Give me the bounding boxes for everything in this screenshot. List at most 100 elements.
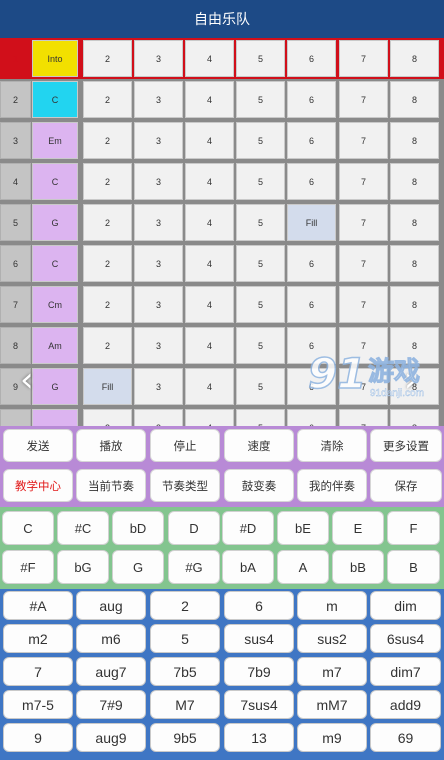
root-key[interactable]: bE (277, 511, 329, 545)
beat-cell[interactable]: 7 (339, 245, 388, 282)
beat-cell[interactable]: 4 (185, 40, 234, 77)
chord-cell[interactable]: Cm (32, 286, 78, 323)
control-button[interactable]: 当前节奏 (76, 469, 146, 502)
root-key[interactable]: #G (168, 550, 220, 584)
control-button[interactable]: 清除 (297, 429, 367, 462)
beat-cell[interactable]: 4 (185, 122, 234, 159)
beat-cell[interactable]: 5 (236, 122, 285, 159)
root-key[interactable]: F (387, 511, 440, 545)
beat-cell[interactable]: 7 (339, 163, 388, 200)
chord-cell[interactable]: Am (32, 327, 78, 364)
beat-cell[interactable]: 6 (287, 286, 336, 323)
chord-type-key[interactable]: 9 (3, 723, 73, 752)
beat-cell[interactable]: 4 (185, 163, 234, 200)
chord-type-key[interactable]: m9 (297, 723, 367, 752)
root-key[interactable]: #F (2, 550, 54, 584)
beat-cell[interactable]: 5 (236, 409, 285, 426)
beat-cell[interactable]: 7 (339, 40, 388, 77)
beat-cell[interactable]: 3 (134, 163, 183, 200)
chord-type-key[interactable]: m (297, 591, 367, 620)
chord-type-key[interactable]: aug7 (76, 657, 146, 686)
beat-cell[interactable]: 2 (83, 286, 132, 323)
chevron-left-icon[interactable]: ‹ (20, 360, 34, 400)
beat-cell[interactable]: 3 (134, 122, 183, 159)
chord-cell[interactable] (32, 409, 78, 426)
beat-cell[interactable]: 4 (185, 409, 234, 426)
beat-cell[interactable]: 6 (287, 122, 336, 159)
chord-type-key[interactable]: 9b5 (150, 723, 220, 752)
chord-type-key[interactable]: sus2 (297, 624, 367, 653)
beat-cell[interactable]: 8 (390, 163, 439, 200)
beat-cell[interactable]: 3 (134, 327, 183, 364)
beat-cell[interactable]: 2 (83, 409, 132, 426)
beat-cell[interactable]: 5 (236, 163, 285, 200)
root-key[interactable]: B (387, 550, 440, 584)
chord-type-key[interactable]: m7 (297, 657, 367, 686)
control-button[interactable]: 鼓变奏 (224, 469, 294, 502)
chord-type-key[interactable]: 5 (150, 624, 220, 653)
beat-cell[interactable]: 4 (185, 368, 234, 405)
chord-cell[interactable]: Em (32, 122, 78, 159)
root-key[interactable]: bA (222, 550, 274, 584)
root-key[interactable]: #C (57, 511, 109, 545)
beat-cell[interactable]: 8 (390, 286, 439, 323)
control-button[interactable]: 更多设置 (370, 429, 442, 462)
root-key[interactable]: C (2, 511, 54, 545)
beat-cell[interactable]: 7 (339, 204, 388, 241)
chord-cell[interactable]: G (32, 204, 78, 241)
beat-cell[interactable]: 6 (287, 245, 336, 282)
control-button[interactable]: 发送 (3, 429, 73, 462)
chord-type-key[interactable]: 6sus4 (370, 624, 441, 653)
control-button[interactable]: 速度 (224, 429, 294, 462)
chord-type-key[interactable]: dim7 (370, 657, 441, 686)
beat-cell[interactable]: 2 (83, 204, 132, 241)
chord-type-key[interactable]: #A (3, 591, 73, 620)
beat-cell[interactable]: 8 (390, 245, 439, 282)
beat-cell[interactable]: 5 (236, 286, 285, 323)
control-button[interactable]: 保存 (370, 469, 442, 502)
beat-cell[interactable]: 3 (134, 368, 183, 405)
root-key[interactable]: G (112, 550, 164, 584)
root-key[interactable]: bD (112, 511, 164, 545)
root-key[interactable]: A (277, 550, 329, 584)
control-button[interactable]: 停止 (150, 429, 220, 462)
beat-cell[interactable]: 5 (236, 327, 285, 364)
beat-cell[interactable]: 3 (134, 40, 183, 77)
beat-cell[interactable]: 2 (83, 40, 132, 77)
beat-cell[interactable]: 2 (83, 327, 132, 364)
root-key[interactable]: bG (57, 550, 109, 584)
beat-cell[interactable]: 5 (236, 81, 285, 118)
chord-cell[interactable]: C (32, 163, 78, 200)
chord-type-key[interactable]: 13 (224, 723, 294, 752)
beat-cell[interactable]: 8 (390, 81, 439, 118)
beat-cell[interactable]: 2 (83, 81, 132, 118)
beat-cell[interactable]: 5 (236, 245, 285, 282)
control-button[interactable]: 节奏类型 (150, 469, 220, 502)
beat-cell[interactable]: 8 (390, 204, 439, 241)
chord-type-key[interactable]: m2 (3, 624, 73, 653)
chord-type-key[interactable]: sus4 (224, 624, 294, 653)
beat-cell[interactable]: 4 (185, 204, 234, 241)
beat-cell[interactable]: 4 (185, 81, 234, 118)
chord-type-key[interactable]: aug9 (76, 723, 146, 752)
chord-type-key[interactable]: 7b9 (224, 657, 294, 686)
beat-cell[interactable]: 8 (390, 40, 439, 77)
beat-cell[interactable]: 7 (339, 409, 388, 426)
fill-cell[interactable]: Fill (83, 368, 132, 405)
beat-cell[interactable]: 2 (83, 122, 132, 159)
chord-type-key[interactable]: m7-5 (3, 690, 73, 719)
beat-cell[interactable]: 5 (236, 40, 285, 77)
beat-cell[interactable]: 2 (83, 163, 132, 200)
beat-cell[interactable]: 3 (134, 245, 183, 282)
chord-type-key[interactable]: 7#9 (76, 690, 146, 719)
chord-type-key[interactable]: 7 (3, 657, 73, 686)
chord-type-key[interactable]: 7sus4 (224, 690, 294, 719)
chord-type-key[interactable]: M7 (150, 690, 220, 719)
chord-type-key[interactable]: m6 (76, 624, 146, 653)
chord-type-key[interactable]: 69 (370, 723, 441, 752)
control-button[interactable]: 教学中心 (3, 469, 73, 502)
root-key[interactable]: bB (332, 550, 384, 584)
beat-cell[interactable]: 8 (390, 122, 439, 159)
beat-cell[interactable]: 6 (287, 40, 336, 77)
chord-cell[interactable]: C (32, 81, 78, 118)
